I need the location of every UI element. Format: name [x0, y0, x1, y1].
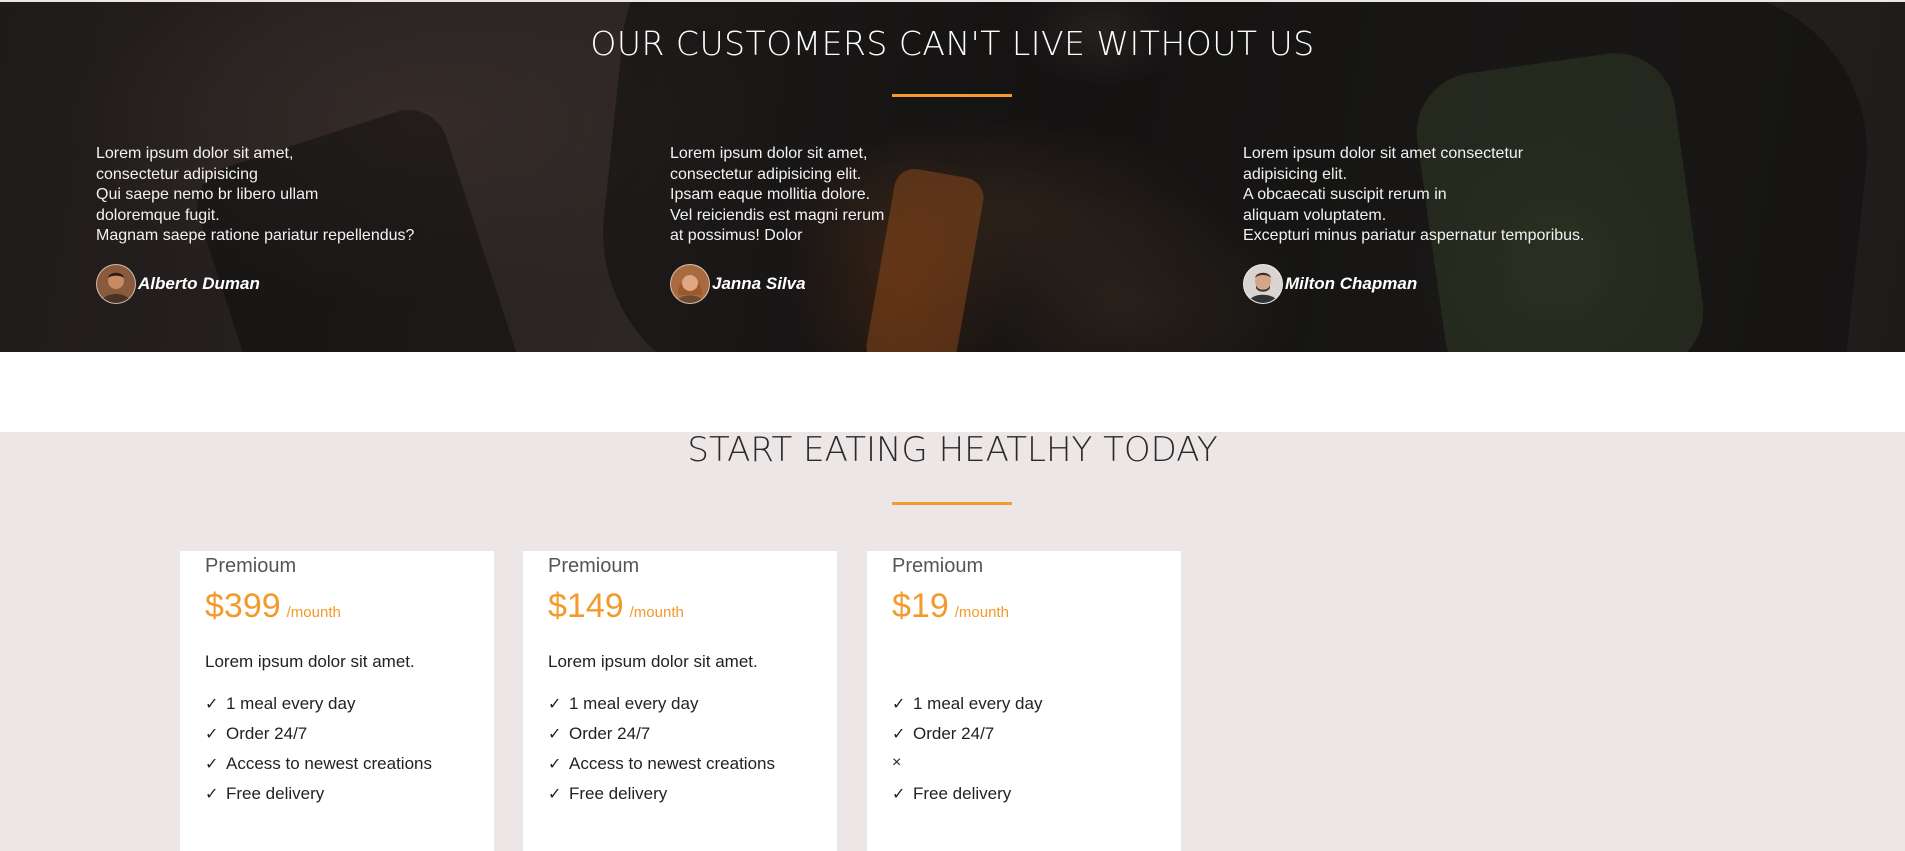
avatar [1243, 264, 1283, 304]
testimonial-text: Lorem ipsum dolor sit amet, consectetur … [670, 145, 885, 244]
testimonial-author: Alberto Duman [96, 264, 260, 304]
feature-item: ✓ Free delivery [548, 784, 775, 814]
testimonial-text: Lorem ipsum dolor sit amet consectetur a… [1243, 145, 1585, 244]
feature-item: × [892, 754, 1042, 784]
feature-label: 1 meal every day [913, 694, 1043, 713]
testimonials-title-underline [892, 94, 1012, 97]
feature-label: 1 meal every day [569, 694, 699, 713]
feature-label: Order 24/7 [913, 724, 995, 743]
pricing-title: START EATING HEATLHY TODAY [687, 430, 1218, 470]
plan-name: Premioum [892, 555, 984, 577]
price-period: /mounth [629, 604, 684, 621]
check-icon: ✓ [548, 786, 562, 803]
author-name: Milton Chapman [1285, 274, 1418, 293]
feature-item: ✓ Order 24/7 [548, 724, 775, 754]
plan-price: $149 /mounth [548, 587, 684, 626]
price-amount: $399 [205, 587, 281, 625]
plan-name: Premioum [205, 555, 297, 577]
feature-label: Access to newest creations [569, 754, 775, 773]
feature-label: Access to newest creations [226, 754, 432, 773]
feature-list: ✓ 1 meal every day ✓ Order 24/7 × ✓ Free de… [892, 694, 1042, 814]
testimonial-author: Janna Silva [670, 264, 806, 304]
plan-name: Premioum [548, 555, 640, 577]
cross-icon: × [892, 754, 902, 771]
check-icon: ✓ [205, 696, 219, 713]
testimonials-section: OUR CUSTOMERS CAN'T LIVE WITHOUT US Lore… [0, 2, 1905, 352]
pricing-title-underline [892, 502, 1012, 505]
check-icon: ✓ [548, 696, 562, 713]
price-amount: $149 [548, 587, 624, 625]
price-period: /mounth [286, 604, 341, 621]
feature-item: ✓ 1 meal every day [892, 694, 1042, 724]
person-avatar-icon [676, 275, 704, 303]
person-avatar-icon [1248, 272, 1278, 303]
pricing-card: Premioum $19 /mounth ✓ 1 meal every day ✓… [867, 551, 1181, 851]
testimonials-title: OUR CUSTOMERS CAN'T LIVE WITHOUT US [590, 24, 1315, 63]
feature-item: ✓ Order 24/7 [205, 724, 432, 754]
person-avatar-icon [101, 272, 131, 303]
feature-label: Free delivery [913, 784, 1012, 803]
pricing-card: Premioum $399 /mounth Lorem ipsum dolor … [180, 551, 494, 851]
feature-label: Order 24/7 [569, 724, 651, 743]
feature-item: ✓ Order 24/7 [892, 724, 1042, 754]
check-icon: ✓ [548, 756, 562, 773]
plan-price: $399 /mounth [205, 587, 341, 626]
author-name: Janna Silva [712, 274, 806, 293]
feature-item: ✓ Access to newest creations [205, 754, 432, 784]
avatar [96, 264, 136, 304]
check-icon: ✓ [205, 756, 219, 773]
plan-description: Lorem ipsum dolor sit amet. [205, 652, 415, 671]
feature-label: 1 meal every day [226, 694, 356, 713]
check-icon: ✓ [892, 786, 906, 803]
check-icon: ✓ [205, 726, 219, 743]
check-icon: ✓ [548, 726, 562, 743]
feature-list: ✓ 1 meal every day ✓ Order 24/7 ✓ Access to… [205, 694, 432, 814]
feature-label: Free delivery [569, 784, 668, 803]
feature-item: ✓ Access to newest creations [548, 754, 775, 784]
testimonial-card: Lorem ipsum dolor sit amet consectetur a… [1243, 144, 1683, 304]
feature-item: ✓ Free delivery [205, 784, 432, 814]
avatar [670, 264, 710, 304]
section-divider [0, 352, 1905, 432]
price-amount: $19 [892, 587, 949, 625]
price-period: /mounth [954, 604, 1009, 621]
feature-list: ✓ 1 meal every day ✓ Order 24/7 ✓ Access to… [548, 694, 775, 814]
testimonial-card: Lorem ipsum dolor sit amet, consectetur … [670, 144, 1110, 304]
testimonial-text: Lorem ipsum dolor sit amet, consectetur … [96, 145, 415, 244]
feature-item: ✓ 1 meal every day [205, 694, 432, 724]
feature-item: ✓ 1 meal every day [548, 694, 775, 724]
testimonial-author: Milton Chapman [1243, 264, 1417, 304]
check-icon: ✓ [205, 786, 219, 803]
pricing-card: Premioum $149 /mounth Lorem ipsum dolor … [523, 551, 837, 851]
feature-label: Free delivery [226, 784, 325, 803]
author-name: Alberto Duman [138, 274, 260, 293]
check-icon: ✓ [892, 696, 906, 713]
feature-label: Order 24/7 [226, 724, 308, 743]
feature-item: ✓ Free delivery [892, 784, 1042, 814]
plan-price: $19 /mounth [892, 587, 1009, 626]
check-icon: ✓ [892, 726, 906, 743]
testimonial-card: Lorem ipsum dolor sit amet, consectetur … [96, 144, 536, 304]
plan-description: Lorem ipsum dolor sit amet. [548, 652, 758, 671]
